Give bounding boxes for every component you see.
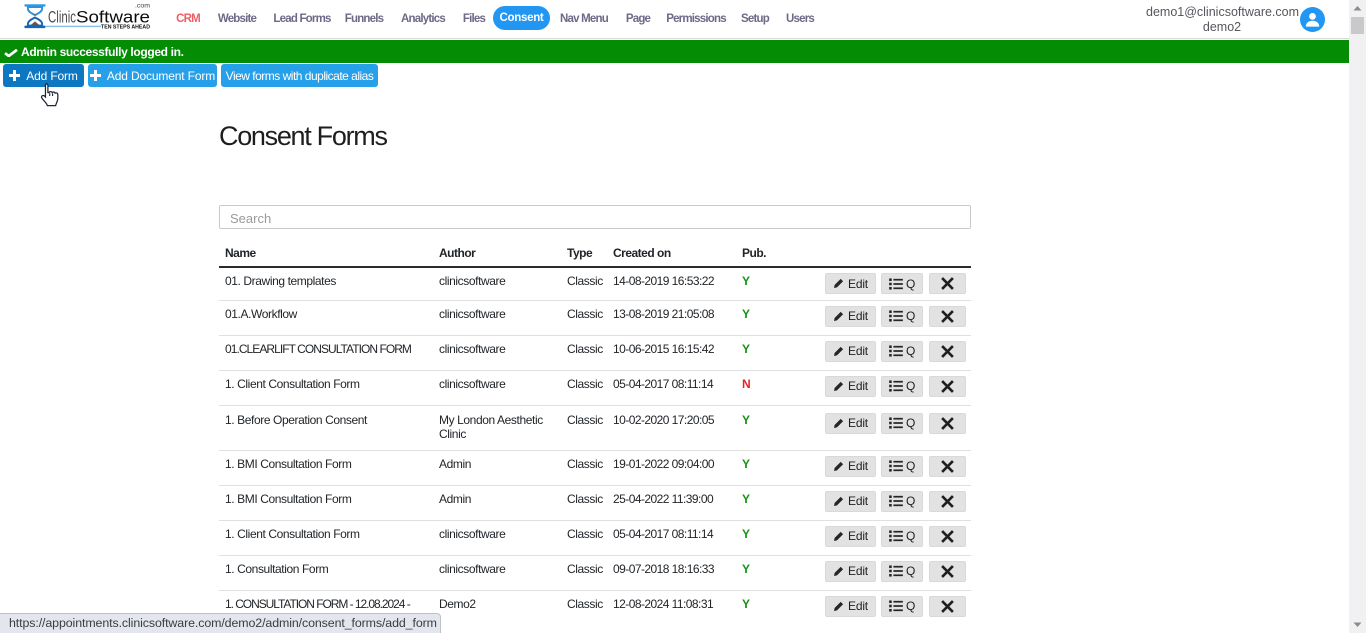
svg-text:TEN STEPS AHEAD: TEN STEPS AHEAD <box>101 25 150 30</box>
svg-text:Clinic: Clinic <box>48 9 76 27</box>
svg-text:.com: .com <box>135 4 150 10</box>
